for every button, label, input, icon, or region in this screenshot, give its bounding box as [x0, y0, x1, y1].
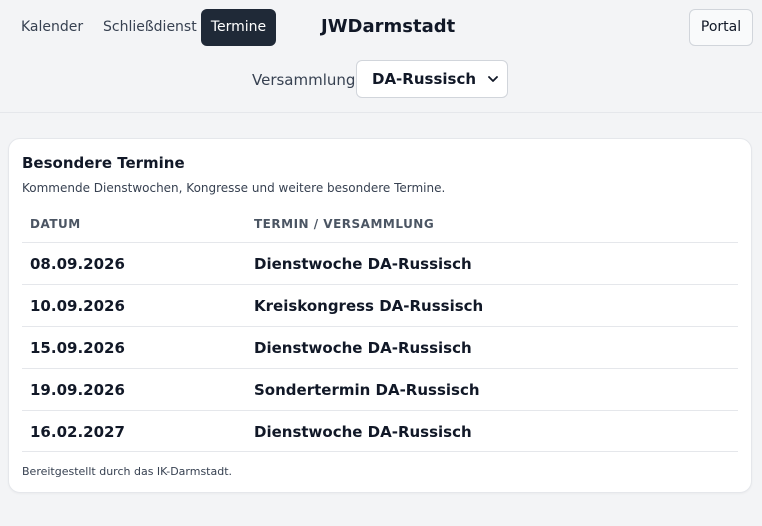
top-bar: Kalender Schließdienst Termine JWDarmsta…: [0, 0, 762, 113]
table-row: 08.09.2026 Dienstwoche DA-Russisch: [22, 242, 738, 284]
nav-kalender[interactable]: Kalender: [9, 9, 95, 46]
portal-button[interactable]: Portal: [689, 9, 753, 46]
chevron-down-icon: [488, 76, 498, 82]
special-events-card: Besondere Termine Kommende Dienstwochen,…: [8, 138, 752, 493]
events-table: 08.09.2026 Dienstwoche DA-Russisch 10.09…: [22, 242, 738, 452]
row-date: 10.09.2026: [30, 297, 125, 315]
row-date: 08.09.2026: [30, 255, 125, 273]
table-row: 16.02.2027 Dienstwoche DA-Russisch: [22, 410, 738, 452]
row-date: 16.02.2027: [30, 423, 125, 441]
table-row: 15.09.2026 Dienstwoche DA-Russisch: [22, 326, 738, 368]
nav-termine[interactable]: Termine: [201, 9, 276, 46]
versammlung-selected-value: DA-Russisch: [372, 70, 477, 88]
row-event: Dienstwoche DA-Russisch: [254, 255, 472, 273]
row-event: Dienstwoche DA-Russisch: [254, 423, 472, 441]
nav-schliessdienst[interactable]: Schließdienst: [91, 9, 209, 46]
row-date: 19.09.2026: [30, 381, 125, 399]
row-event: Dienstwoche DA-Russisch: [254, 339, 472, 357]
site-title: JWDarmstadt: [321, 16, 456, 37]
versammlung-select[interactable]: DA-Russisch: [356, 60, 508, 98]
card-subtitle: Kommende Dienstwochen, Kongresse und wei…: [22, 181, 446, 195]
card-footer: Bereitgestellt durch das IK-Darmstadt.: [22, 465, 233, 478]
table-row: 19.09.2026 Sondertermin DA-Russisch: [22, 368, 738, 410]
versammlung-label: Versammlung: [252, 71, 356, 89]
table-row: 10.09.2026 Kreiskongress DA-Russisch: [22, 284, 738, 326]
row-event: Sondertermin DA-Russisch: [254, 381, 480, 399]
column-header-termin: TERMIN / VERSAMMLUNG: [254, 217, 435, 231]
row-event: Kreiskongress DA-Russisch: [254, 297, 484, 315]
row-date: 15.09.2026: [30, 339, 125, 357]
column-header-datum: DATUM: [30, 217, 81, 231]
card-title: Besondere Termine: [22, 154, 185, 172]
